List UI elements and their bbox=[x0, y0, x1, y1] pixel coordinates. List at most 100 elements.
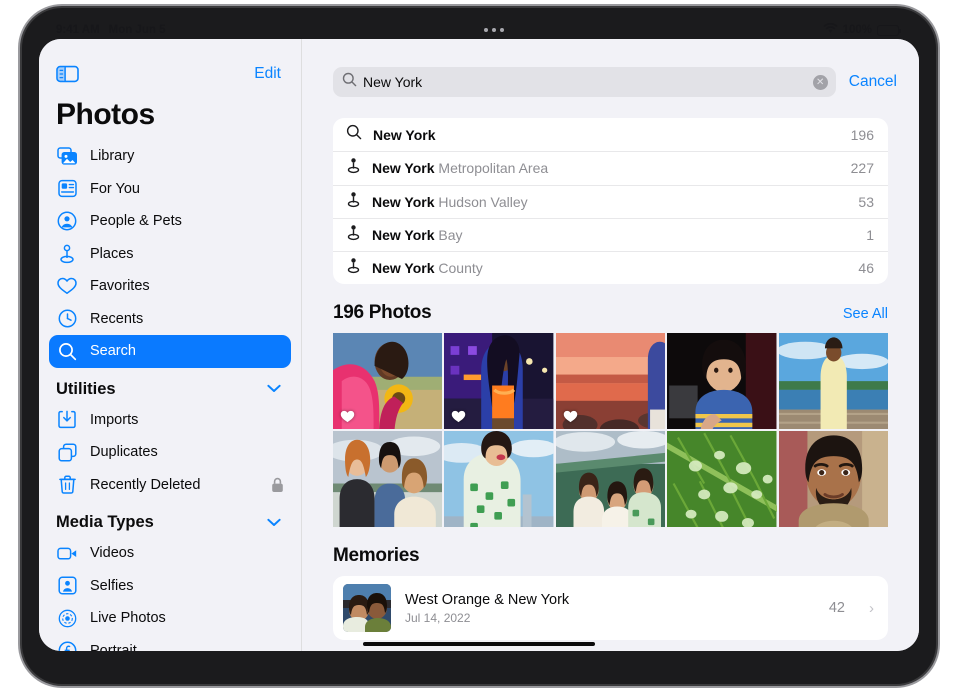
map-pin-icon bbox=[56, 243, 78, 265]
suggestion-count: 196 bbox=[851, 127, 874, 143]
suggestion-row[interactable]: New York Hudson Valley 53 bbox=[333, 185, 888, 218]
favorite-heart-icon bbox=[340, 409, 355, 423]
heart-icon bbox=[56, 275, 78, 297]
edit-button[interactable]: Edit bbox=[254, 65, 281, 83]
memory-row[interactable]: West Orange & New York Jul 14, 2022 42 › bbox=[333, 576, 888, 640]
sidebar-item-label: Search bbox=[90, 343, 136, 359]
cancel-button[interactable]: Cancel bbox=[849, 73, 897, 91]
duplicate-squares-icon bbox=[56, 441, 78, 463]
multitasking-handle[interactable] bbox=[166, 28, 823, 32]
status-date: Mon Jun 5 bbox=[109, 24, 166, 36]
home-indicator[interactable] bbox=[363, 642, 595, 647]
sidebar-item-label: Videos bbox=[90, 545, 134, 561]
section-title: Media Types bbox=[56, 513, 154, 532]
wifi-icon bbox=[823, 23, 838, 37]
search-input-value: New York bbox=[363, 74, 807, 90]
handle-dot bbox=[484, 28, 488, 32]
sidebar-item-label: Favorites bbox=[90, 278, 150, 294]
suggestion-count: 1 bbox=[866, 227, 874, 243]
sidebar-item-recents[interactable]: Recents bbox=[49, 303, 291, 336]
suggestion-row[interactable]: New York County 46 bbox=[333, 251, 888, 284]
suggestion-row[interactable]: New York Bay 1 bbox=[333, 218, 888, 251]
photo-grid bbox=[333, 333, 888, 527]
suggestion-main: New York bbox=[372, 227, 435, 243]
sidebar-item-label: Places bbox=[90, 246, 134, 262]
chevron-down-icon[interactable] bbox=[267, 514, 281, 532]
suggestion-main: New York bbox=[373, 127, 436, 143]
photo-thumbnail-woman-pink-jacket-sunflower[interactable] bbox=[333, 333, 442, 429]
memory-text-block: West Orange & New York Jul 14, 2022 bbox=[405, 592, 569, 625]
sidebar-item-imports[interactable]: Imports bbox=[49, 404, 291, 437]
suggestion-row[interactable]: New York Metropolitan Area 227 bbox=[333, 151, 888, 184]
memory-title: West Orange & New York bbox=[405, 592, 569, 608]
suggestion-count: 227 bbox=[851, 160, 874, 176]
sidebar-item-places[interactable]: Places bbox=[49, 238, 291, 271]
photo-stack-icon bbox=[56, 145, 78, 167]
sidebar-item-library[interactable]: Library bbox=[49, 140, 291, 173]
search-bar-row: New York ✕ Cancel bbox=[302, 39, 919, 97]
favorite-heart-icon bbox=[563, 409, 578, 423]
photo-thumbnail-woman-orange-top-night-street[interactable] bbox=[444, 333, 553, 429]
person-circle-icon bbox=[56, 210, 78, 232]
photo-thumbnail-person-yellow-dress-dock[interactable] bbox=[779, 333, 888, 429]
search-suggestions-list: New York 196 New York Metropolitan Area … bbox=[333, 118, 888, 284]
photo-thumbnail-green-leaf-water-droplets[interactable] bbox=[667, 431, 776, 527]
search-input[interactable]: New York ✕ bbox=[333, 67, 836, 97]
search-icon bbox=[346, 124, 362, 145]
trash-icon bbox=[56, 474, 78, 496]
photo-thumbnail-woman-green-print-dress[interactable] bbox=[444, 431, 553, 527]
status-bar-left: 9:41 AM Mon Jun 5 bbox=[39, 24, 166, 36]
sidebar-section-media-types[interactable]: Media Types bbox=[39, 501, 301, 537]
sidebar-item-search[interactable]: Search bbox=[49, 335, 291, 368]
photo-thumbnail-woman-striped-sweater-dark-room[interactable] bbox=[667, 333, 776, 429]
favorite-heart-icon bbox=[451, 409, 466, 423]
for-you-card-icon bbox=[56, 178, 78, 200]
sidebar: Edit Photos Library bbox=[39, 39, 302, 651]
memory-count: 42 bbox=[829, 600, 845, 616]
suggestion-sub: Metropolitan Area bbox=[438, 160, 548, 176]
chevron-right-icon: › bbox=[869, 600, 874, 617]
sidebar-item-selfies[interactable]: Selfies bbox=[49, 570, 291, 603]
sidebar-section-utilities[interactable]: Utilities bbox=[39, 368, 301, 404]
ipad-device-frame: 9:41 AM Mon Jun 5 100% bbox=[22, 8, 936, 684]
suggestion-label: New York Hudson Valley bbox=[372, 194, 847, 210]
photo-thumbnail-person-sunset-shoreline[interactable] bbox=[556, 333, 665, 429]
suggestion-sub: Hudson Valley bbox=[438, 194, 527, 210]
suggestion-count: 46 bbox=[858, 260, 874, 276]
sidebar-item-people-and-pets[interactable]: People & Pets bbox=[49, 205, 291, 238]
sidebar-item-label: For You bbox=[90, 181, 140, 197]
sidebar-item-label: Imports bbox=[90, 412, 138, 428]
chevron-down-icon[interactable] bbox=[267, 380, 281, 398]
sidebar-item-label: Duplicates bbox=[90, 444, 158, 460]
live-photo-icon bbox=[56, 607, 78, 629]
see-all-button[interactable]: See All bbox=[843, 306, 888, 322]
battery-icon bbox=[877, 25, 899, 36]
sidebar-item-favorites[interactable]: Favorites bbox=[49, 270, 291, 303]
search-icon bbox=[342, 72, 357, 92]
suggestion-count: 53 bbox=[858, 194, 874, 210]
sidebar-item-label: People & Pets bbox=[90, 213, 182, 229]
suggestion-sub: County bbox=[438, 260, 482, 276]
sidebar-item-for-you[interactable]: For You bbox=[49, 173, 291, 206]
map-pin-icon bbox=[346, 157, 361, 179]
memory-thumbnail bbox=[343, 584, 391, 632]
sidebar-item-videos[interactable]: Videos bbox=[49, 537, 291, 570]
page-title: Photos bbox=[39, 89, 301, 140]
map-pin-icon bbox=[346, 191, 361, 213]
photo-thumbnail-two-people-green-wall[interactable] bbox=[556, 431, 665, 527]
sidebar-item-duplicates[interactable]: Duplicates bbox=[49, 436, 291, 469]
photo-thumbnail-man-portrait-tan-scarf[interactable] bbox=[779, 431, 888, 527]
clear-icon[interactable]: ✕ bbox=[813, 75, 828, 90]
sidebar-item-label: Portrait bbox=[90, 643, 137, 651]
portrait-f-icon bbox=[56, 640, 78, 651]
sidebar-item-portrait[interactable]: Portrait bbox=[49, 635, 291, 652]
content-panel: New York ✕ Cancel New York 196 bbox=[302, 39, 919, 651]
photo-thumbnail-three-friends-outdoors[interactable] bbox=[333, 431, 442, 527]
battery-percent-label: 100% bbox=[843, 24, 872, 36]
sidebar-item-recently-deleted[interactable]: Recently Deleted bbox=[49, 469, 291, 502]
sidebar-toggle-icon[interactable] bbox=[56, 65, 79, 83]
status-bar: 9:41 AM Mon Jun 5 100% bbox=[39, 20, 919, 40]
photos-count-heading: 196 Photos bbox=[333, 302, 431, 324]
suggestion-row[interactable]: New York 196 bbox=[333, 118, 888, 151]
sidebar-item-live-photos[interactable]: Live Photos bbox=[49, 602, 291, 635]
